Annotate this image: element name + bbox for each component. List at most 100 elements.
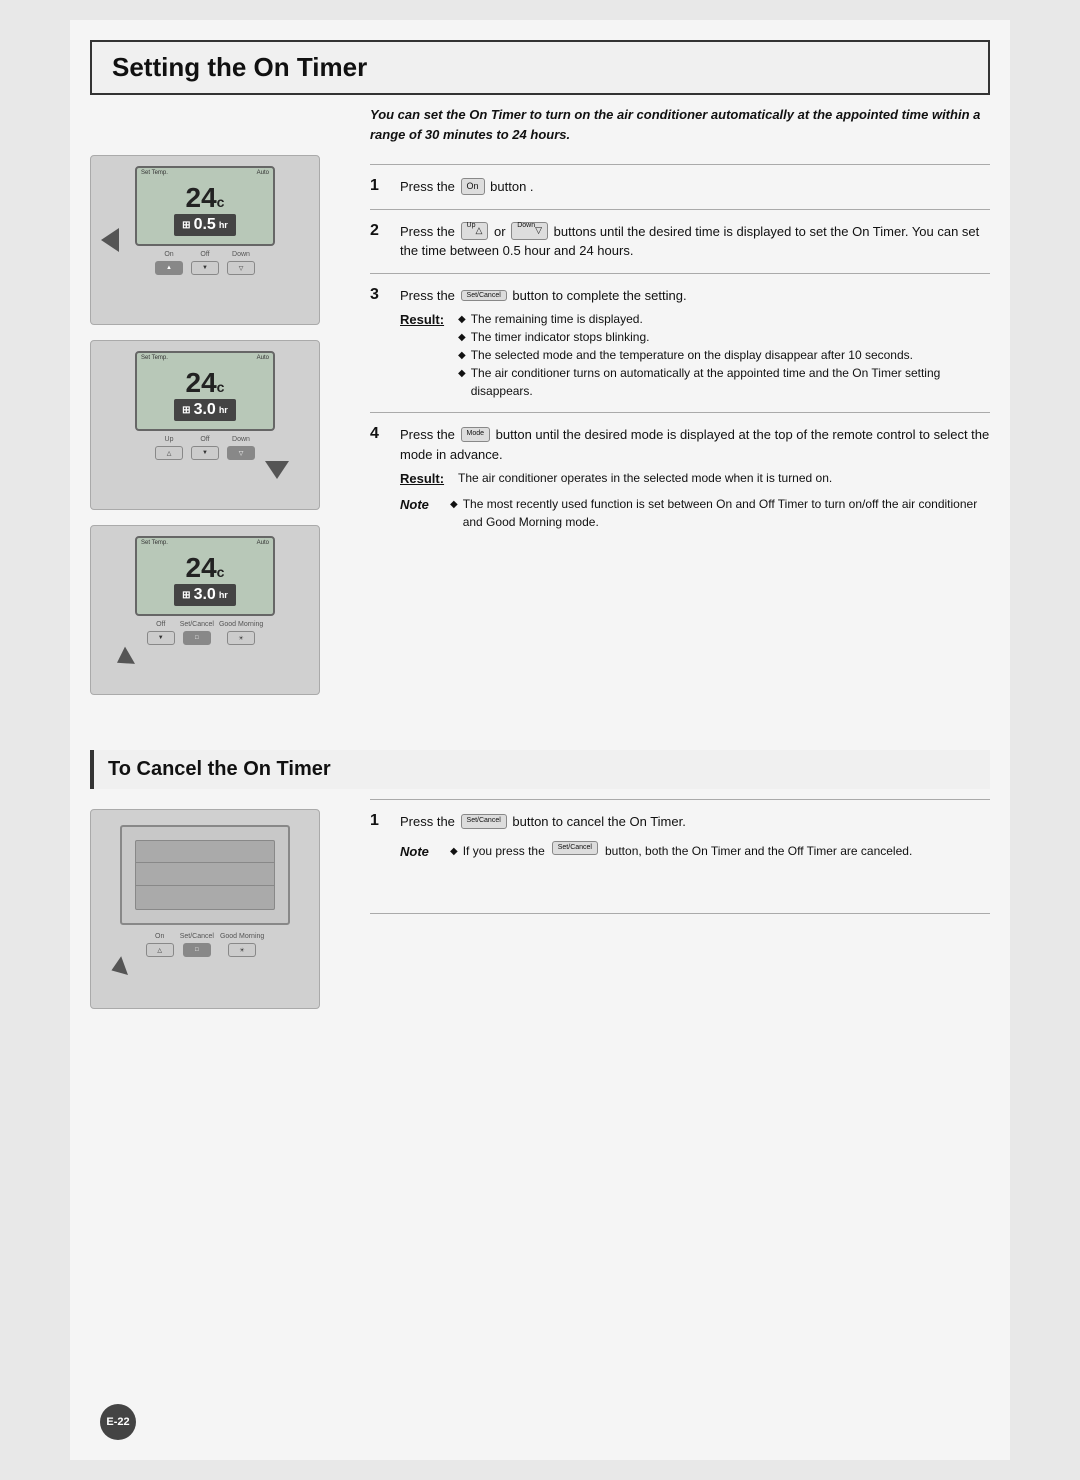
screen-top-3: Set Temp. Auto (137, 540, 273, 546)
cancel-step-1-row: 1 Press the Set/Cancel button to cancel … (370, 812, 990, 861)
btn-group-up-2: Up △ (155, 436, 183, 460)
off-btn-3: ▼ (147, 631, 175, 645)
on-btn-4: △ (146, 943, 174, 957)
step-3-section: 3 Press the Set/Cancel button to complet… (370, 273, 990, 413)
step-4-number: 4 (370, 425, 390, 443)
off-btn-1: ▼ (191, 261, 219, 275)
remote-image-3: Set Temp. Auto 24c ⊞ 3.0hr Off ▼ S (90, 525, 320, 695)
result-label-4: Result: (400, 469, 450, 489)
btn-group-setcancel-4: Set/Cancel □ (180, 933, 214, 957)
cancel-section-title: To Cancel the On Timer (90, 750, 990, 789)
page-badge: E-22 (100, 1404, 136, 1440)
bottom-divider (370, 913, 990, 938)
cancel-right-panel: 1 Press the Set/Cancel button to cancel … (350, 799, 990, 1024)
remote-screen-3: Set Temp. Auto 24c ⊞ 3.0hr (135, 536, 275, 616)
step-1-section: 1 Press the On button . (370, 164, 990, 209)
btn-group-down-2: Down ▽ (227, 436, 255, 460)
btn-group-off: Off ▼ (191, 251, 219, 275)
main-content: Set Temp. Auto 24c ⊞ 0.5hr On ▲ Of (70, 95, 1010, 720)
temp-display-2: 24c (186, 369, 225, 397)
timer-display-1: ⊞ 0.5hr (174, 214, 236, 236)
up-button-inline: Up△ (461, 222, 489, 240)
remote-image-1: Set Temp. Auto 24c ⊞ 0.5hr On ▲ Of (90, 155, 320, 325)
cancel-step-1-content: Press the Set/Cancel button to cancel th… (400, 812, 990, 861)
off-btn-2: ▼ (191, 446, 219, 460)
step-1-content: Press the On button . (400, 177, 990, 197)
remote-buttons-1: On ▲ Off ▼ Down ▽ (91, 251, 319, 275)
blank-screen-4 (120, 825, 290, 925)
on-btn-1: ▲ (155, 261, 183, 275)
inner-screen-4 (135, 840, 275, 910)
btn-group-on: On ▲ (155, 251, 183, 275)
btn-group-good-3: Good Morning ☀ (219, 621, 263, 645)
step-2-content: Press the Up△ or Down▽ buttons until the… (400, 222, 990, 261)
good-btn-4: ☀ (228, 943, 256, 957)
step-4-section: 4 Press the Mode button until the desire… (370, 412, 990, 543)
step-2-row: 2 Press the Up△ or Down▽ buttons until t… (370, 222, 990, 261)
cancel-left-panel: On △ Set/Cancel □ Good Morning ☀ (90, 799, 350, 1024)
timer-display-3: ⊞ 3.0hr (174, 584, 236, 606)
arrow-pointer-1 (101, 228, 119, 252)
btn-group-good-4: Good Morning ☀ (220, 933, 264, 957)
result-row-3: Result: The remaining time is displayed.… (400, 310, 990, 400)
cancel-step-1-section: 1 Press the Set/Cancel button to cancel … (370, 799, 990, 873)
cancel-note-row: Note If you press the Set/Cancel button,… (400, 842, 990, 862)
result-item-3-4: The air conditioner turns on automatical… (458, 364, 990, 400)
note-content-4: The most recently used function is set b… (450, 495, 990, 531)
result-item-3-2: The timer indicator stops blinking. (458, 328, 990, 346)
result-row-4: Result: The air conditioner operates in … (400, 469, 990, 489)
temp-display-1: 24c (186, 184, 225, 212)
step-2-section: 2 Press the Up△ or Down▽ buttons until t… (370, 209, 990, 273)
step-4-content: Press the Mode button until the desired … (400, 425, 990, 531)
btn-group-off-3: Off ▼ (147, 621, 175, 645)
setcancel-btn-3: □ (183, 631, 211, 645)
step-3-number: 3 (370, 286, 390, 304)
result-item-3-1: The remaining time is displayed. (458, 310, 990, 328)
arrow-pointer-down-2 (265, 461, 289, 479)
step-1-row: 1 Press the On button . (370, 177, 990, 197)
setcancel-btn-cancel-inline: Set/Cancel (461, 814, 507, 829)
cancel-buttons-row: On △ Set/Cancel □ Good Morning ☀ (91, 933, 319, 957)
step-2-number: 2 (370, 222, 390, 240)
up-btn-2: △ (155, 446, 183, 460)
btn-group-off-2: Off ▼ (191, 436, 219, 460)
screen-top-1: Set Temp. Auto (137, 170, 273, 176)
setcancel-note-btn: Set/Cancel (552, 841, 598, 856)
remote-screen-1: Set Temp. Auto 24c ⊞ 0.5hr (135, 166, 275, 246)
cancel-note-label: Note (400, 842, 440, 862)
down-btn-1: ▽ (227, 261, 255, 275)
btn-group-on-4: On △ (146, 933, 174, 957)
remote-image-4: On △ Set/Cancel □ Good Morning ☀ (90, 809, 320, 1009)
remote-buttons-3: Off ▼ Set/Cancel □ Good Morning ☀ (91, 621, 319, 645)
setcancel-button-inline-3: Set/Cancel (461, 290, 507, 301)
step-4-row: 4 Press the Mode button until the desire… (370, 425, 990, 531)
timer-icon-2: ⊞ (182, 405, 190, 416)
result-label-3: Result: (400, 310, 450, 330)
remote-screen-2: Set Temp. Auto 24c ⊞ 3.0hr (135, 351, 275, 431)
note-label-4: Note (400, 495, 440, 515)
cancel-section-content: On △ Set/Cancel □ Good Morning ☀ (70, 799, 1010, 1024)
left-panel: Set Temp. Auto 24c ⊞ 0.5hr On ▲ Of (90, 105, 350, 710)
remote-image-2: Set Temp. Auto 24c ⊞ 3.0hr Up △ Of (90, 340, 320, 510)
timer-icon-1: ⊞ (182, 220, 190, 231)
cancel-arrow (108, 956, 128, 980)
good-btn-3: ☀ (227, 631, 255, 645)
intro-text: You can set the On Timer to turn on the … (370, 105, 990, 144)
timer-display-2: ⊞ 3.0hr (174, 399, 236, 421)
setcancel-btn-4: □ (183, 943, 211, 957)
on-button-inline: On (461, 178, 485, 196)
screen-top-2: Set Temp. Auto (137, 355, 273, 361)
remote-buttons-2: Up △ Off ▼ Down ▽ (91, 436, 319, 460)
step-3-content: Press the Set/Cancel button to complete … (400, 286, 990, 401)
btn-group-down: Down ▽ (227, 251, 255, 275)
page-title: Setting the On Timer (112, 52, 968, 83)
cancel-step-1-number: 1 (370, 812, 390, 830)
title-bar: Setting the On Timer (90, 40, 990, 95)
temp-display-3: 24c (186, 554, 225, 582)
result-list-3: The remaining time is displayed. The tim… (458, 310, 990, 400)
result-text-4: The air conditioner operates in the sele… (458, 469, 832, 487)
mode-button-inline: Mode (461, 427, 491, 442)
arrow-setcancel (112, 647, 135, 672)
right-panel: You can set the On Timer to turn on the … (350, 105, 990, 710)
down-btn-2: ▽ (227, 446, 255, 460)
